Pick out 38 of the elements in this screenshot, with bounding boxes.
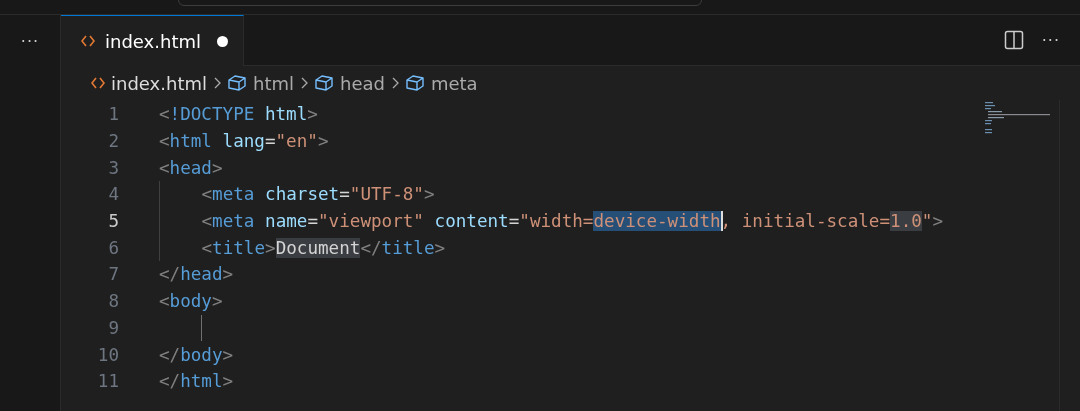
code-line: <meta name="viewport" content="width=device-width, initial-scale=1.0"> xyxy=(201,211,944,232)
code-line: </head> xyxy=(159,264,234,285)
code-line: <body> xyxy=(159,291,223,312)
code-line: <html lang="en"> xyxy=(159,131,329,152)
chevron-right-icon xyxy=(300,77,308,89)
line-number: 7 xyxy=(107,264,119,285)
line-number: 4 xyxy=(107,184,119,205)
code-line: <head> xyxy=(159,157,223,178)
code-line: </html> xyxy=(159,371,234,392)
code-icon xyxy=(81,35,95,47)
line-number: 3 xyxy=(107,157,119,178)
line-number: 5 xyxy=(107,211,119,232)
code-line: <title>Document</title> xyxy=(201,237,446,258)
cube-icon xyxy=(314,74,334,92)
code-line: <meta charset="UTF-8"> xyxy=(201,184,435,205)
code-line: <!DOCTYPE html> xyxy=(159,104,318,125)
chevron-right-icon xyxy=(390,77,399,89)
more-actions-button[interactable]: ··· xyxy=(1037,28,1064,52)
editor-tab[interactable]: index.html xyxy=(61,15,244,66)
chevron-right-icon xyxy=(212,77,221,89)
line-number: 6 xyxy=(107,237,119,258)
line-number: 1 xyxy=(107,104,119,125)
split-editor-icon[interactable] xyxy=(1003,30,1024,50)
unsaved-dot-icon xyxy=(216,35,228,47)
breadcrumb-item[interactable]: index.html xyxy=(91,72,207,94)
breadcrumb-item[interactable]: head xyxy=(314,72,385,94)
breadcrumb-item[interactable]: meta xyxy=(404,72,478,94)
code-icon xyxy=(91,77,105,89)
line-number: 11 xyxy=(96,371,119,392)
line-number: 10 xyxy=(96,344,119,365)
line-number: 8 xyxy=(107,291,119,312)
line-number: 9 xyxy=(107,317,119,338)
more-button[interactable]: ··· xyxy=(16,29,44,53)
cube-icon xyxy=(226,74,247,92)
code-line: </body> xyxy=(159,344,234,365)
cube-icon xyxy=(404,74,425,92)
breadcrumb-item[interactable]: html xyxy=(226,72,294,94)
line-number: 2 xyxy=(107,131,119,152)
